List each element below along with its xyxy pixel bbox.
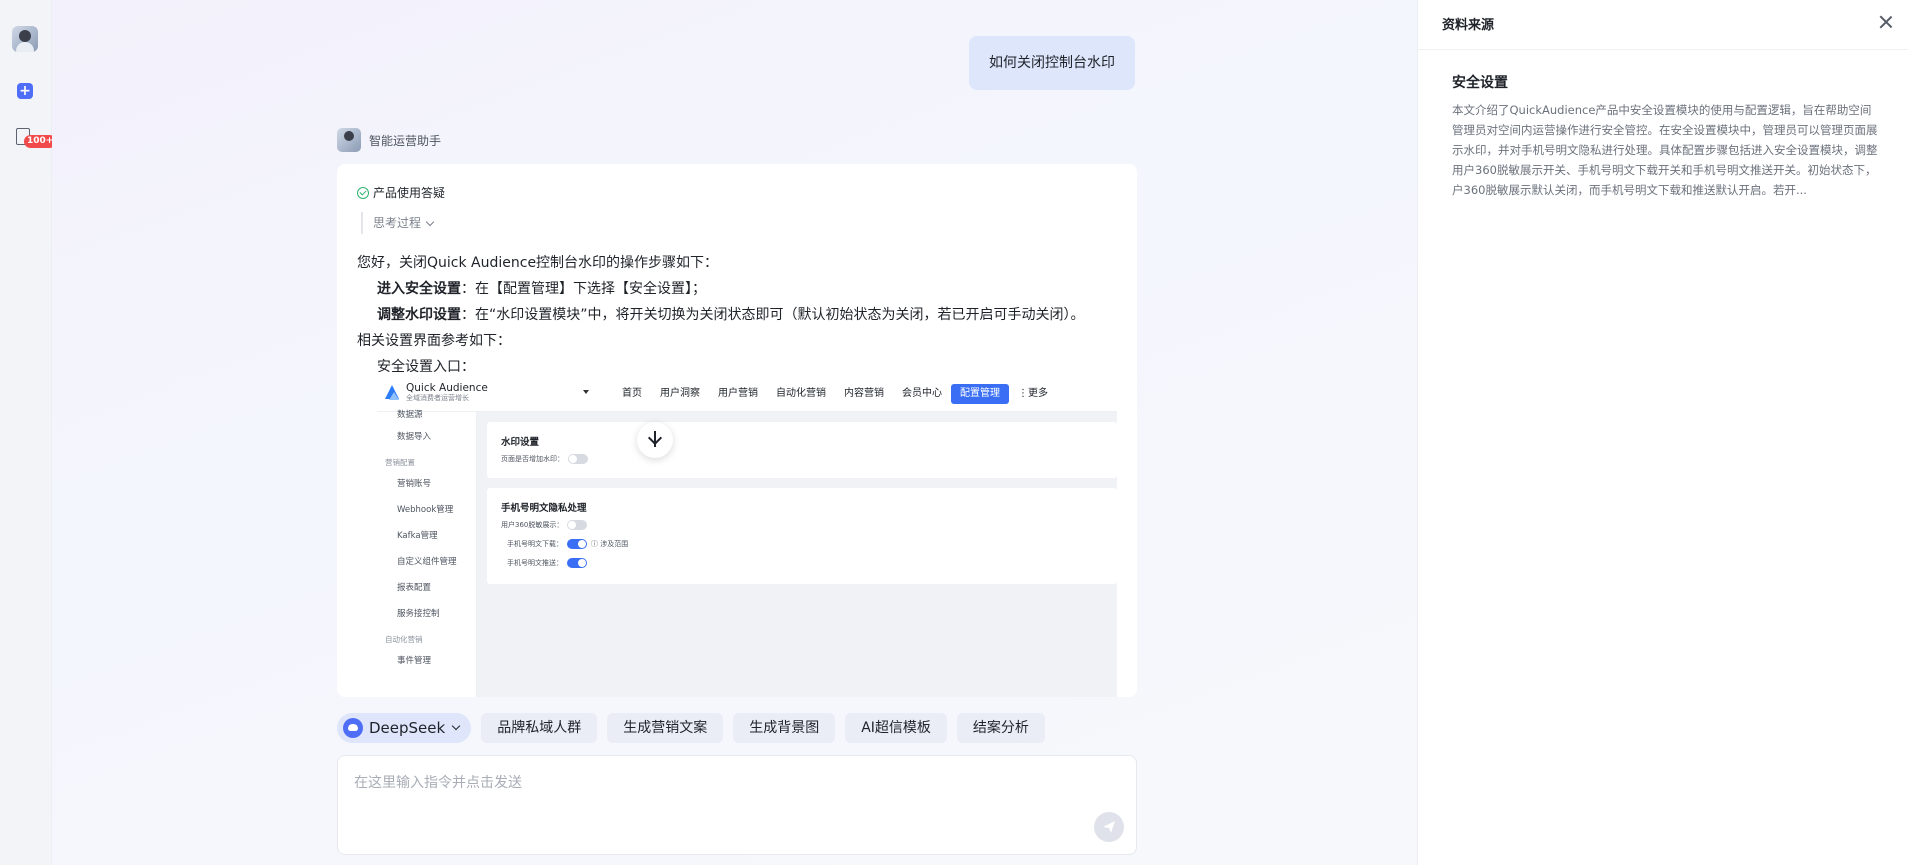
side-group: 营销配置 xyxy=(385,458,415,467)
prompt-input[interactable] xyxy=(354,772,1054,832)
privacy-panel: 手机号明文隐私处理 用户360脱敏展示： 手机号明文下载： ⓘ 涉及范围 手机号… xyxy=(487,488,1117,584)
privacy-row-3: 手机号明文推送： xyxy=(507,558,587,568)
nav-item: 首页 xyxy=(622,388,642,399)
assistant-avatar xyxy=(337,128,361,152)
chevron-down-icon xyxy=(451,721,461,731)
chip-background-image[interactable]: 生成背景图 xyxy=(733,713,836,743)
quick-audience-logo: Quick Audience 全域消费者运营增长 xyxy=(383,382,488,403)
privacy-title: 手机号明文隐私处理 xyxy=(501,503,587,514)
chat-main: 如何关闭控制台水印 智能运营助手 产品使用答疑 思考过程 您好，关闭Quick … xyxy=(52,0,1417,865)
left-rail: + 100+ xyxy=(0,0,57,865)
send-button[interactable] xyxy=(1094,812,1124,842)
nav-item: 内容营销 xyxy=(844,388,884,399)
answer-tag: 产品使用答疑 xyxy=(357,184,445,201)
privacy-row-1: 用户360脱敏展示： xyxy=(501,520,588,530)
check-circle-icon xyxy=(357,186,369,199)
screenshot-topbar: Quick Audience 全域消费者运营增长 首页 用户洞察 用户营销 自动… xyxy=(377,376,1117,412)
answer-step-2: 调整水印设置：在“水印设置模块”中，将开关切换为关闭状态即可（默认初始状态为关闭… xyxy=(357,302,1127,328)
screenshot-body: 水印设置 页面是否增加水印： 手机号明文隐私处理 用户360脱敏展示： 手机号明… xyxy=(477,412,1117,697)
side-item: Kafka管理 xyxy=(397,531,438,541)
answer-ref-line: 相关设置界面参考如下： xyxy=(357,333,511,349)
source-item-text: 本文介绍了QuickAudience产品中安全设置模块的使用与配置逻辑，旨在帮助… xyxy=(1452,103,1878,197)
side-item: 数据源 xyxy=(397,410,423,420)
chip-brand-audience[interactable]: 品牌私域人群 xyxy=(481,713,598,743)
step-2-text: ：在“水印设置模块”中，将开关切换为关闭状态即可（默认初始状态为关闭，若已开启可… xyxy=(461,307,1085,323)
step-2-label: 调整水印设置 xyxy=(377,307,461,323)
user-avatar[interactable] xyxy=(12,26,38,52)
quick-actions: DeepSeek 品牌私域人群 生成营销文案 生成背景图 AI超信模板 结案分析 xyxy=(337,713,1045,743)
arrow-down-icon xyxy=(647,430,663,446)
side-item: 营销账号 xyxy=(397,479,432,489)
nav-item-active: 配置管理 xyxy=(951,384,1009,404)
nav-item: 会员中心 xyxy=(902,388,942,399)
close-icon[interactable] xyxy=(1878,14,1894,30)
step-1-label: 进入安全设置 xyxy=(377,281,461,297)
answer-intro: 您好，关闭Quick Audience控制台水印的操作步骤如下： xyxy=(357,255,719,271)
model-selector[interactable]: DeepSeek xyxy=(337,713,472,743)
source-panel-title: 资料来源 xyxy=(1442,18,1495,33)
nav-item: 用户洞察 xyxy=(660,388,700,399)
source-panel-header: 资料来源 xyxy=(1418,0,1908,50)
answer-text: 您好，关闭Quick Audience控制台水印的操作步骤如下： 进入安全设置：… xyxy=(357,250,1127,380)
source-panel: 资料来源 安全设置 本文介绍了QuickAudience产品中安全设置模块的使用… xyxy=(1417,0,1908,865)
privacy-row-3-label: 手机号明文推送： xyxy=(507,559,563,567)
nav-item: 自动化营销 xyxy=(776,388,826,399)
side-item: 数据导入 xyxy=(397,432,432,442)
qa-brand-sub: 全域消费者运营增长 xyxy=(406,394,469,402)
watermark-toggle xyxy=(568,454,588,464)
assistant-answer-card: 产品使用答疑 思考过程 您好，关闭Quick Audience控制台水印的操作步… xyxy=(337,164,1137,697)
model-label: DeepSeek xyxy=(369,719,446,737)
thinking-toggle[interactable]: 思考过程 xyxy=(361,212,435,234)
privacy-toggle-2 xyxy=(567,539,587,549)
nav-item: ⋮更多 xyxy=(1018,388,1048,399)
assistant-name: 智能运营助手 xyxy=(369,133,442,148)
side-item: 服务接控制 xyxy=(397,609,440,619)
privacy-row-2-label: 手机号明文下载： xyxy=(507,540,563,548)
prompt-input-box xyxy=(337,755,1137,855)
qa-logo-icon xyxy=(383,384,401,402)
screenshot-nav: 首页 用户洞察 用户营销 自动化营销 内容营销 会员中心 配置管理 ⋮更多 xyxy=(613,384,1057,404)
side-item: 自定义组件管理 xyxy=(397,557,457,567)
chevron-down-icon xyxy=(425,217,435,227)
answer-tag-label: 产品使用答疑 xyxy=(373,186,446,200)
side-group: 自动化营销 xyxy=(385,635,423,644)
privacy-toggle-3 xyxy=(567,558,587,568)
chip-marketing-copy[interactable]: 生成营销文案 xyxy=(607,713,724,743)
chip-ai-sms-template[interactable]: AI超信模板 xyxy=(845,713,947,743)
step-1-text: ：在【配置管理】下选择【安全设置】； xyxy=(461,281,706,297)
watermark-panel: 水印设置 页面是否增加水印： xyxy=(487,422,1117,478)
privacy-row-1-label: 用户360脱敏展示： xyxy=(501,521,564,529)
thinking-label: 思考过程 xyxy=(373,216,422,230)
user-message-bubble: 如何关闭控制台水印 xyxy=(969,36,1135,90)
answer-step-1: 进入安全设置：在【配置管理】下选择【安全设置】； xyxy=(357,276,1127,302)
reference-screenshot: Quick Audience 全域消费者运营增长 首页 用户洞察 用户营销 自动… xyxy=(377,376,1117,697)
privacy-toggle-1 xyxy=(567,520,588,530)
watermark-row-label: 页面是否增加水印： xyxy=(501,455,564,463)
side-item: 报表配置 xyxy=(397,583,432,593)
chip-campaign-analysis[interactable]: 结案分析 xyxy=(956,713,1045,743)
side-item: Webhook管理 xyxy=(397,505,454,515)
source-item-title[interactable]: 安全设置 xyxy=(1452,72,1508,92)
side-item: 事件管理 xyxy=(397,656,432,666)
qa-brand: Quick Audience xyxy=(406,382,488,394)
deepseek-icon xyxy=(343,718,363,738)
caret-down-icon xyxy=(583,390,589,394)
scroll-down-button[interactable] xyxy=(637,422,673,458)
nav-item: 用户营销 xyxy=(718,388,758,399)
send-icon xyxy=(1103,821,1115,833)
screenshot-sidebar: 数据源 数据导入 营销配置 营销账号 Webhook管理 Kafka管理 自定义… xyxy=(377,410,477,697)
watermark-title: 水印设置 xyxy=(501,437,540,448)
privacy-row-2: 手机号明文下载： ⓘ 涉及范围 xyxy=(507,539,628,549)
new-chat-plus-icon[interactable]: + xyxy=(17,83,33,99)
assistant-header: 智能运营助手 xyxy=(337,128,441,152)
watermark-row: 页面是否增加水印： xyxy=(501,454,588,464)
privacy-row-2-extra: ⓘ 涉及范围 xyxy=(591,540,629,548)
